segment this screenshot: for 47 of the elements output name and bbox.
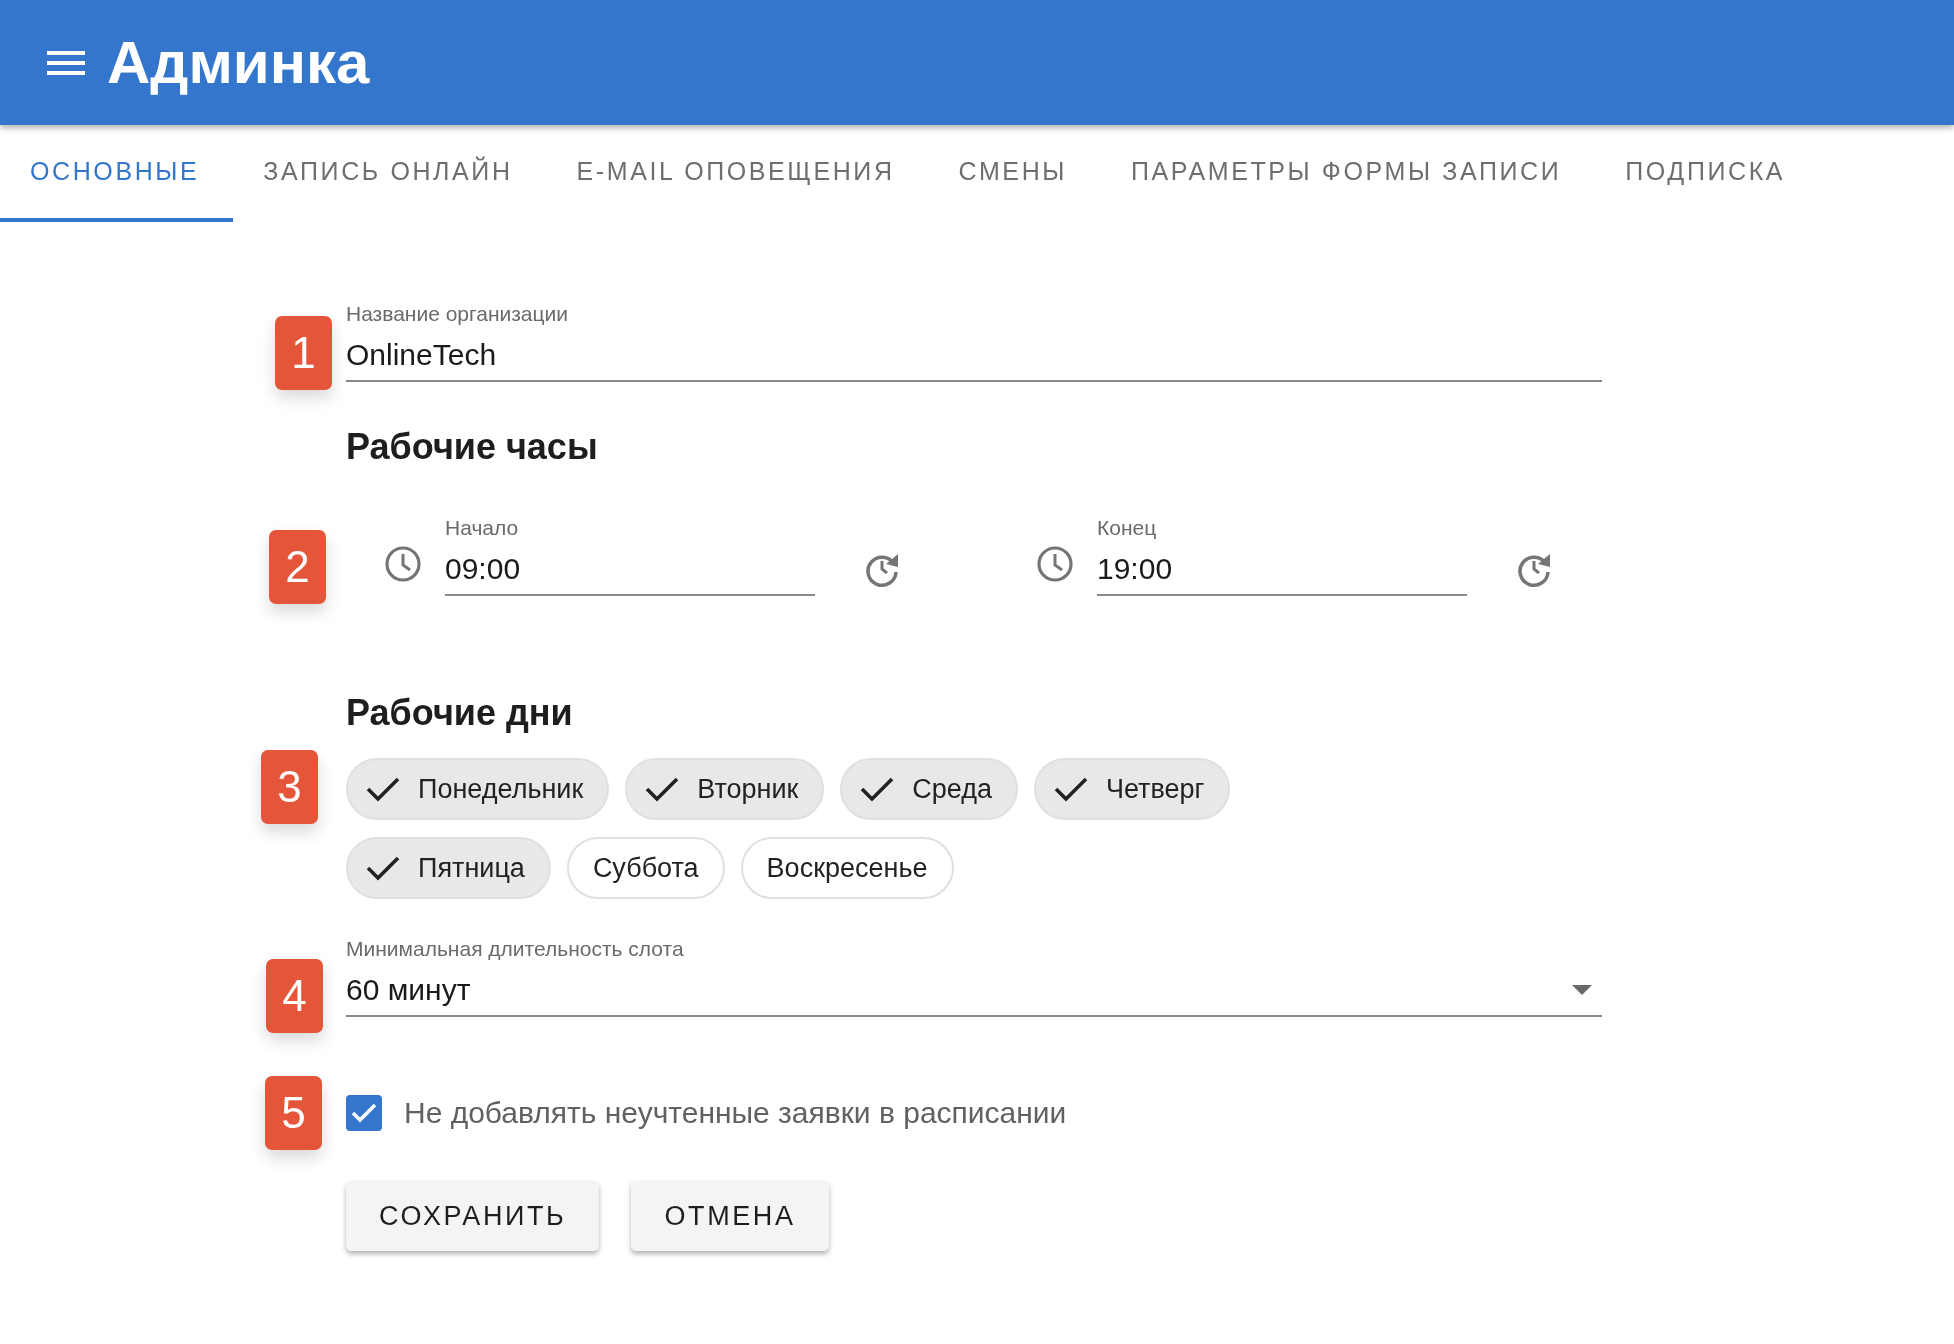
menu-icon[interactable]	[47, 49, 85, 76]
section-heading: Рабочие дни	[346, 692, 574, 734]
input-field[interactable]: Конец 19:00	[1097, 516, 1467, 596]
field-label: Начало	[445, 516, 520, 540]
input-field[interactable]: Начало 09:00	[445, 516, 815, 596]
field-value: 19:00	[1097, 552, 1173, 586]
tab[interactable]: СМЕНЫ	[928, 125, 1102, 222]
input-field[interactable]: Название организации OnlineTech	[346, 302, 1602, 382]
field-value: 60 минут	[346, 973, 471, 1007]
tab[interactable]: ОСНОВНЫЕ	[0, 125, 234, 222]
tab[interactable]: ЗАПИСЬ ОНЛАЙН	[233, 125, 547, 222]
step-number-badge: 2	[269, 530, 326, 604]
section-heading: Рабочие часы	[346, 426, 599, 468]
field-value: 09:00	[445, 552, 521, 586]
tab[interactable]: ПАРАМЕТРЫ ФОРМЫ ЗАПИСИ	[1101, 125, 1596, 222]
field-value: OnlineTech	[346, 338, 497, 372]
dropdown-arrow-icon	[1572, 985, 1592, 995]
step-number-badge: 1	[275, 316, 332, 390]
day-chip[interactable]: Суббота	[566, 837, 725, 899]
action-button[interactable]: ОТМЕНА	[631, 1181, 829, 1251]
action-button[interactable]: СОХРАНИТЬ	[346, 1181, 600, 1251]
step-number-badge: 4	[266, 959, 323, 1033]
day-chip[interactable]: Понедельник	[346, 758, 610, 820]
tab[interactable]: E-MAIL ОПОВЕЩЕНИЯ	[546, 125, 929, 222]
select-field[interactable]: Минимальная длительность слота 60 минут	[346, 937, 1602, 1017]
field-label: Минимальная длительность слота	[346, 937, 685, 961]
check-icon	[645, 776, 680, 802]
clock-icon	[383, 544, 423, 584]
tab[interactable]: ПОДПИСКА	[1595, 125, 1820, 222]
day-chip[interactable]: Пятница	[346, 837, 551, 899]
check-icon	[366, 776, 400, 802]
app-title: Админка	[107, 32, 370, 93]
field-label: Конец	[1097, 516, 1158, 540]
day-chip[interactable]: Вторник	[625, 758, 825, 820]
checkbox-label: Не добавлять неучтенные заявки в расписании	[404, 1096, 1067, 1130]
clock-icon	[1035, 544, 1075, 584]
day-chip[interactable]: Воскресенье	[740, 837, 954, 899]
step-number-badge: 3	[261, 750, 318, 824]
check-icon	[860, 776, 895, 802]
day-chip[interactable]: Четверг	[1034, 758, 1231, 820]
step-number-badge: 5	[265, 1076, 322, 1150]
field-label: Название организации	[346, 302, 570, 326]
check-icon	[366, 855, 400, 881]
checkbox[interactable]	[346, 1095, 382, 1131]
day-chip[interactable]: Среда	[840, 758, 1018, 820]
check-icon	[351, 1103, 377, 1123]
check-icon	[1054, 776, 1088, 802]
